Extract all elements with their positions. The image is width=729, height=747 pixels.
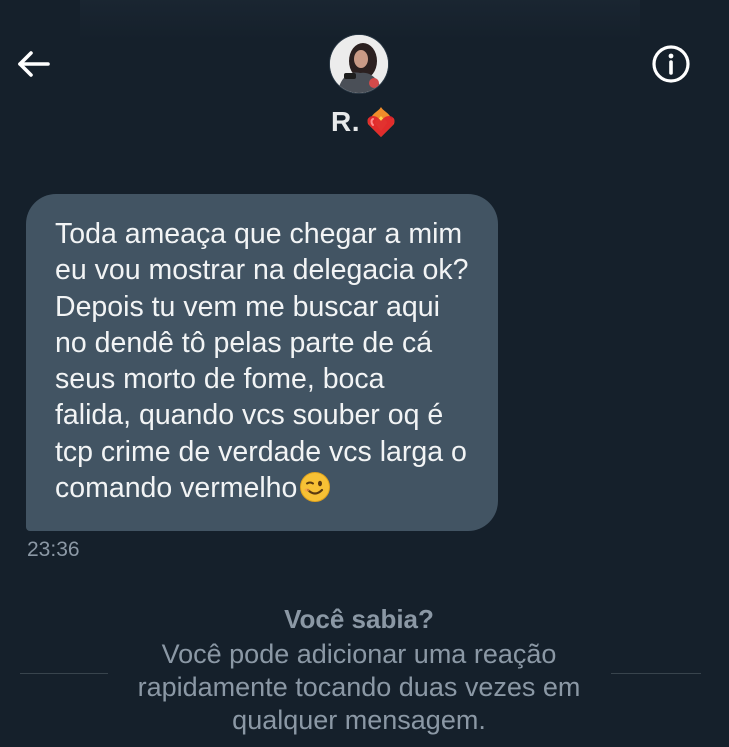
received-message-bubble[interactable]: Toda ameaça que chegar a mim eu vou most… (26, 194, 498, 531)
winking-face-icon (300, 472, 331, 503)
message-timestamp: 23:36 (27, 538, 80, 561)
message-text: Toda ameaça que chegar a mim eu vou most… (55, 216, 478, 506)
message-body: Toda ameaça que chegar a mim eu vou most… (55, 218, 469, 505)
tip-divider-left (20, 673, 108, 674)
tip-body: Você pode adicionar uma reação rapidamen… (137, 639, 581, 735)
back-button[interactable] (14, 46, 54, 82)
avatar-image (330, 35, 388, 93)
contact-avatar[interactable] (330, 35, 388, 93)
contact-name-row[interactable]: R. (0, 102, 729, 142)
tip-divider-right (611, 673, 701, 674)
top-blurred-area (80, 0, 640, 40)
tip-title: Você sabia? (284, 604, 434, 634)
info-circle-icon (652, 45, 690, 83)
contact-name: R. (331, 106, 360, 137)
arrow-left-icon (18, 51, 50, 77)
conversation-info-button[interactable] (650, 43, 692, 85)
heart-on-fire-icon (367, 107, 395, 137)
dm-conversation-screen: R. Toda ameaça que chegar a mim eu vou m… (0, 0, 729, 747)
